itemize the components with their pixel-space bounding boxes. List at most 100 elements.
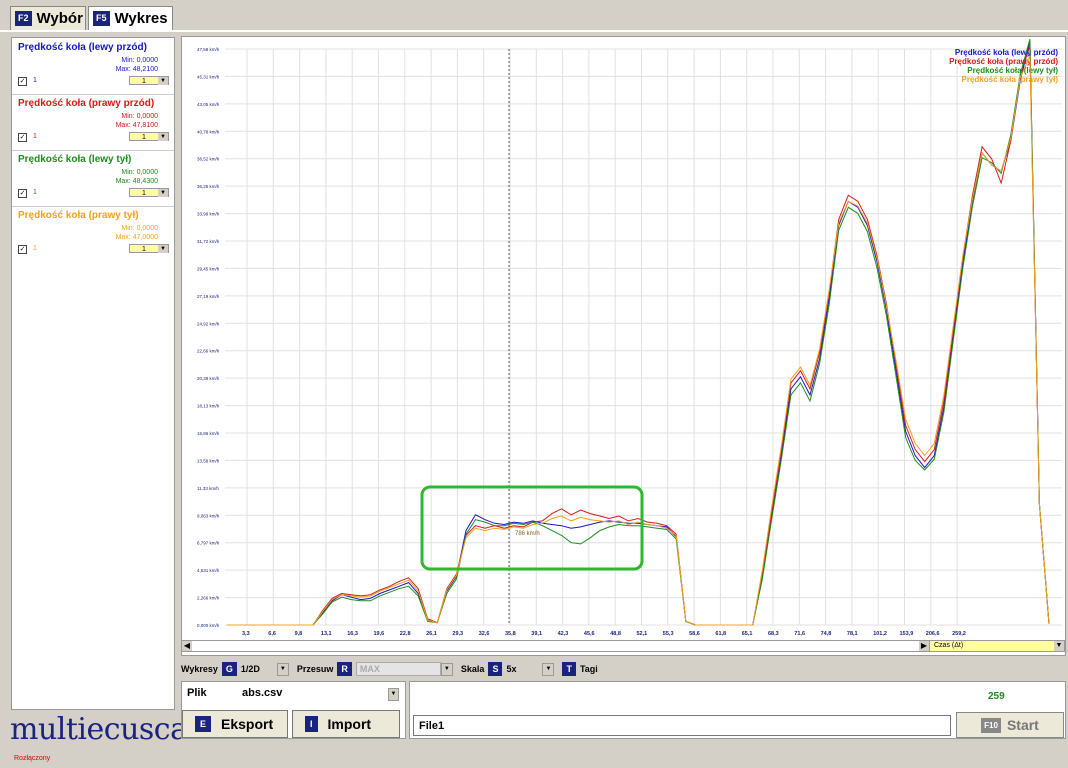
channel-checkbox[interactable]: ✓ (18, 189, 27, 198)
y-tick-label: 40,78 km/h (197, 129, 220, 134)
line-chart[interactable]: 47,58 km/h 45,31 km/h 43,05 km/h 40,78 km/h… (182, 37, 1065, 639)
chevron-down-icon: ▼ (158, 133, 168, 141)
tagi-label: Tagi (579, 664, 598, 674)
chevron-down-icon[interactable]: ▼ (542, 662, 555, 676)
tab-wykres-label: Wykres (114, 10, 168, 27)
przesuw-key[interactable]: R (337, 662, 352, 676)
chart-panel[interactable]: 47,58 km/h 45,31 km/h 43,05 km/h 40,78 km/h… (181, 36, 1066, 656)
channel-scale-select[interactable]: 1 ▼ (129, 76, 169, 85)
start-label: Start (1006, 717, 1039, 733)
channel-scale-select[interactable]: 1 ▼ (129, 132, 169, 141)
channel-max: Max: 48,4300 (115, 178, 158, 185)
x-axis-select[interactable]: Czas (Δt) ▼ (929, 640, 1065, 652)
x-tick-label: 52,1 (637, 631, 648, 637)
y-tick-label: 33,99 km/h (197, 212, 220, 217)
chevron-down-icon: ▼ (1054, 641, 1064, 651)
chevron-down-icon[interactable]: ▼ (440, 662, 453, 676)
y-tick-label: 18,13 km/h (197, 404, 220, 409)
tagi-key[interactable]: T (562, 662, 576, 676)
wykresy-value: 1/2D (240, 664, 260, 674)
channel-list: Prędkość koła (lewy przód) Min: 0,0000 M… (11, 37, 175, 710)
channel-min: Min: 0,0000 (121, 169, 158, 176)
wykresy-key[interactable]: G (221, 662, 237, 676)
skala-label: Skala (460, 664, 485, 674)
przesuw-value[interactable]: MAX (355, 662, 441, 676)
x-tick-label: 16,3 (347, 631, 358, 637)
series-line (227, 46, 1050, 626)
start-button[interactable]: F10 Start (956, 712, 1064, 738)
export-button[interactable]: E Eksport (182, 710, 288, 738)
channel-item[interactable]: Prędkość koła (prawy przód) Min: 0,0000 … (12, 94, 174, 151)
x-tick-label: 32,6 (479, 631, 490, 637)
channel-scale-select[interactable]: 1 ▼ (129, 244, 169, 253)
channel-checkbox[interactable]: ✓ (18, 245, 27, 254)
x-tick-label: 71,6 (794, 631, 805, 637)
tab-wybor-key: F2 (15, 11, 32, 26)
channel-checkbox[interactable]: ✓ (18, 133, 27, 142)
y-tick-label: 38,52 km/h (197, 157, 220, 162)
export-label: Eksport (221, 716, 274, 732)
x-tick-label: 68,3 (768, 631, 779, 637)
y-tick-label: 24,92 km/h (197, 321, 220, 326)
channel-checkbox[interactable]: ✓ (18, 77, 27, 86)
chevron-down-icon[interactable]: ▼ (388, 688, 399, 701)
chevron-down-icon: ▼ (158, 245, 168, 253)
y-tick-label: 13,59 km/h (197, 458, 220, 463)
channel-scale-value: 1 (142, 190, 146, 197)
highlight-box (420, 485, 644, 571)
skala-key[interactable]: S (488, 662, 503, 676)
tab-wykres[interactable]: F5 Wykres (88, 6, 173, 30)
channel-scale-value: 1 (142, 134, 146, 141)
comment-input[interactable] (413, 715, 951, 736)
channel-scale-value: 1 (142, 78, 146, 85)
status-panel: 259 F10 Start (409, 681, 1066, 739)
channel-item[interactable]: Prędkość koła (lewy tył) Min: 0,0000 Max… (12, 150, 174, 207)
legend-entry: Prędkość koła (prawy tył) (962, 75, 1059, 84)
channel-min: Min: 0,0000 (121, 225, 158, 232)
file-select[interactable]: abs.csv (242, 687, 282, 699)
wykresy-label: Wykresy (181, 664, 218, 674)
channel-item[interactable]: Prędkość koła (lewy przód) Min: 0,0000 M… (12, 38, 174, 95)
channel-min: Min: 0,0000 (121, 113, 158, 120)
chevron-down-icon[interactable]: ▼ (276, 662, 289, 676)
import-key: I (305, 716, 318, 732)
x-tick-label: 26,1 (426, 631, 437, 637)
cursor-value-label: 786 km/h (515, 531, 540, 537)
y-tick-label: 2,266 km/h (197, 596, 220, 601)
channel-scale-select[interactable]: 1 ▼ (129, 188, 169, 197)
y-tick-label: 0,000 km/h (197, 623, 220, 628)
channel-max: Max: 47,0000 (115, 234, 158, 241)
chevron-down-icon: ▼ (158, 189, 168, 197)
tab-wykres-key: F5 (93, 11, 110, 26)
y-tick-label: 4,531 km/h (197, 568, 220, 573)
legend-entry: Prędkość koła (lewy tył) (967, 66, 1058, 75)
series-line (227, 41, 1050, 626)
channel-item[interactable]: Prędkość koła (prawy tył) Min: 0,0000 Ma… (12, 206, 174, 262)
x-tick-label: 6,6 (268, 631, 276, 637)
y-tick-label: 47,58 km/h (197, 47, 220, 52)
series-line (227, 55, 1050, 626)
x-tick-label: 74,8 (821, 631, 832, 637)
scroll-left-icon[interactable]: ◀ (182, 641, 192, 651)
x-tick-label: 55,3 (663, 631, 674, 637)
y-tick-label: 15,86 km/h (197, 431, 220, 436)
x-tick-label: 19,6 (374, 631, 385, 637)
x-tick-label: 206,6 (926, 631, 940, 637)
x-tick-label: 45,6 (584, 631, 595, 637)
channel-name: Prędkość koła (prawy tył) (18, 210, 139, 221)
y-tick-label: 22,66 km/h (197, 349, 220, 354)
channel-number: 1 (33, 245, 37, 252)
x-tick-label: 65,1 (742, 631, 753, 637)
channel-name: Prędkość koła (prawy przód) (18, 98, 155, 109)
chart-toolbar: Wykresy G 1/2D ▼ Przesuw R MAX ▼ Skala S… (181, 660, 602, 678)
x-tick-label: 153,9 (900, 631, 914, 637)
tab-wybor[interactable]: F2 Wybór (10, 6, 86, 30)
import-button[interactable]: I Import (292, 710, 400, 738)
x-tick-label: 13,1 (321, 631, 332, 637)
start-key: F10 (981, 717, 1001, 733)
x-tick-label: 35,8 (505, 631, 516, 637)
x-tick-label: 42,3 (558, 631, 569, 637)
import-label: Import (327, 716, 372, 732)
chevron-down-icon: ▼ (158, 77, 168, 85)
scroll-right-icon[interactable]: ▶ (919, 641, 929, 651)
